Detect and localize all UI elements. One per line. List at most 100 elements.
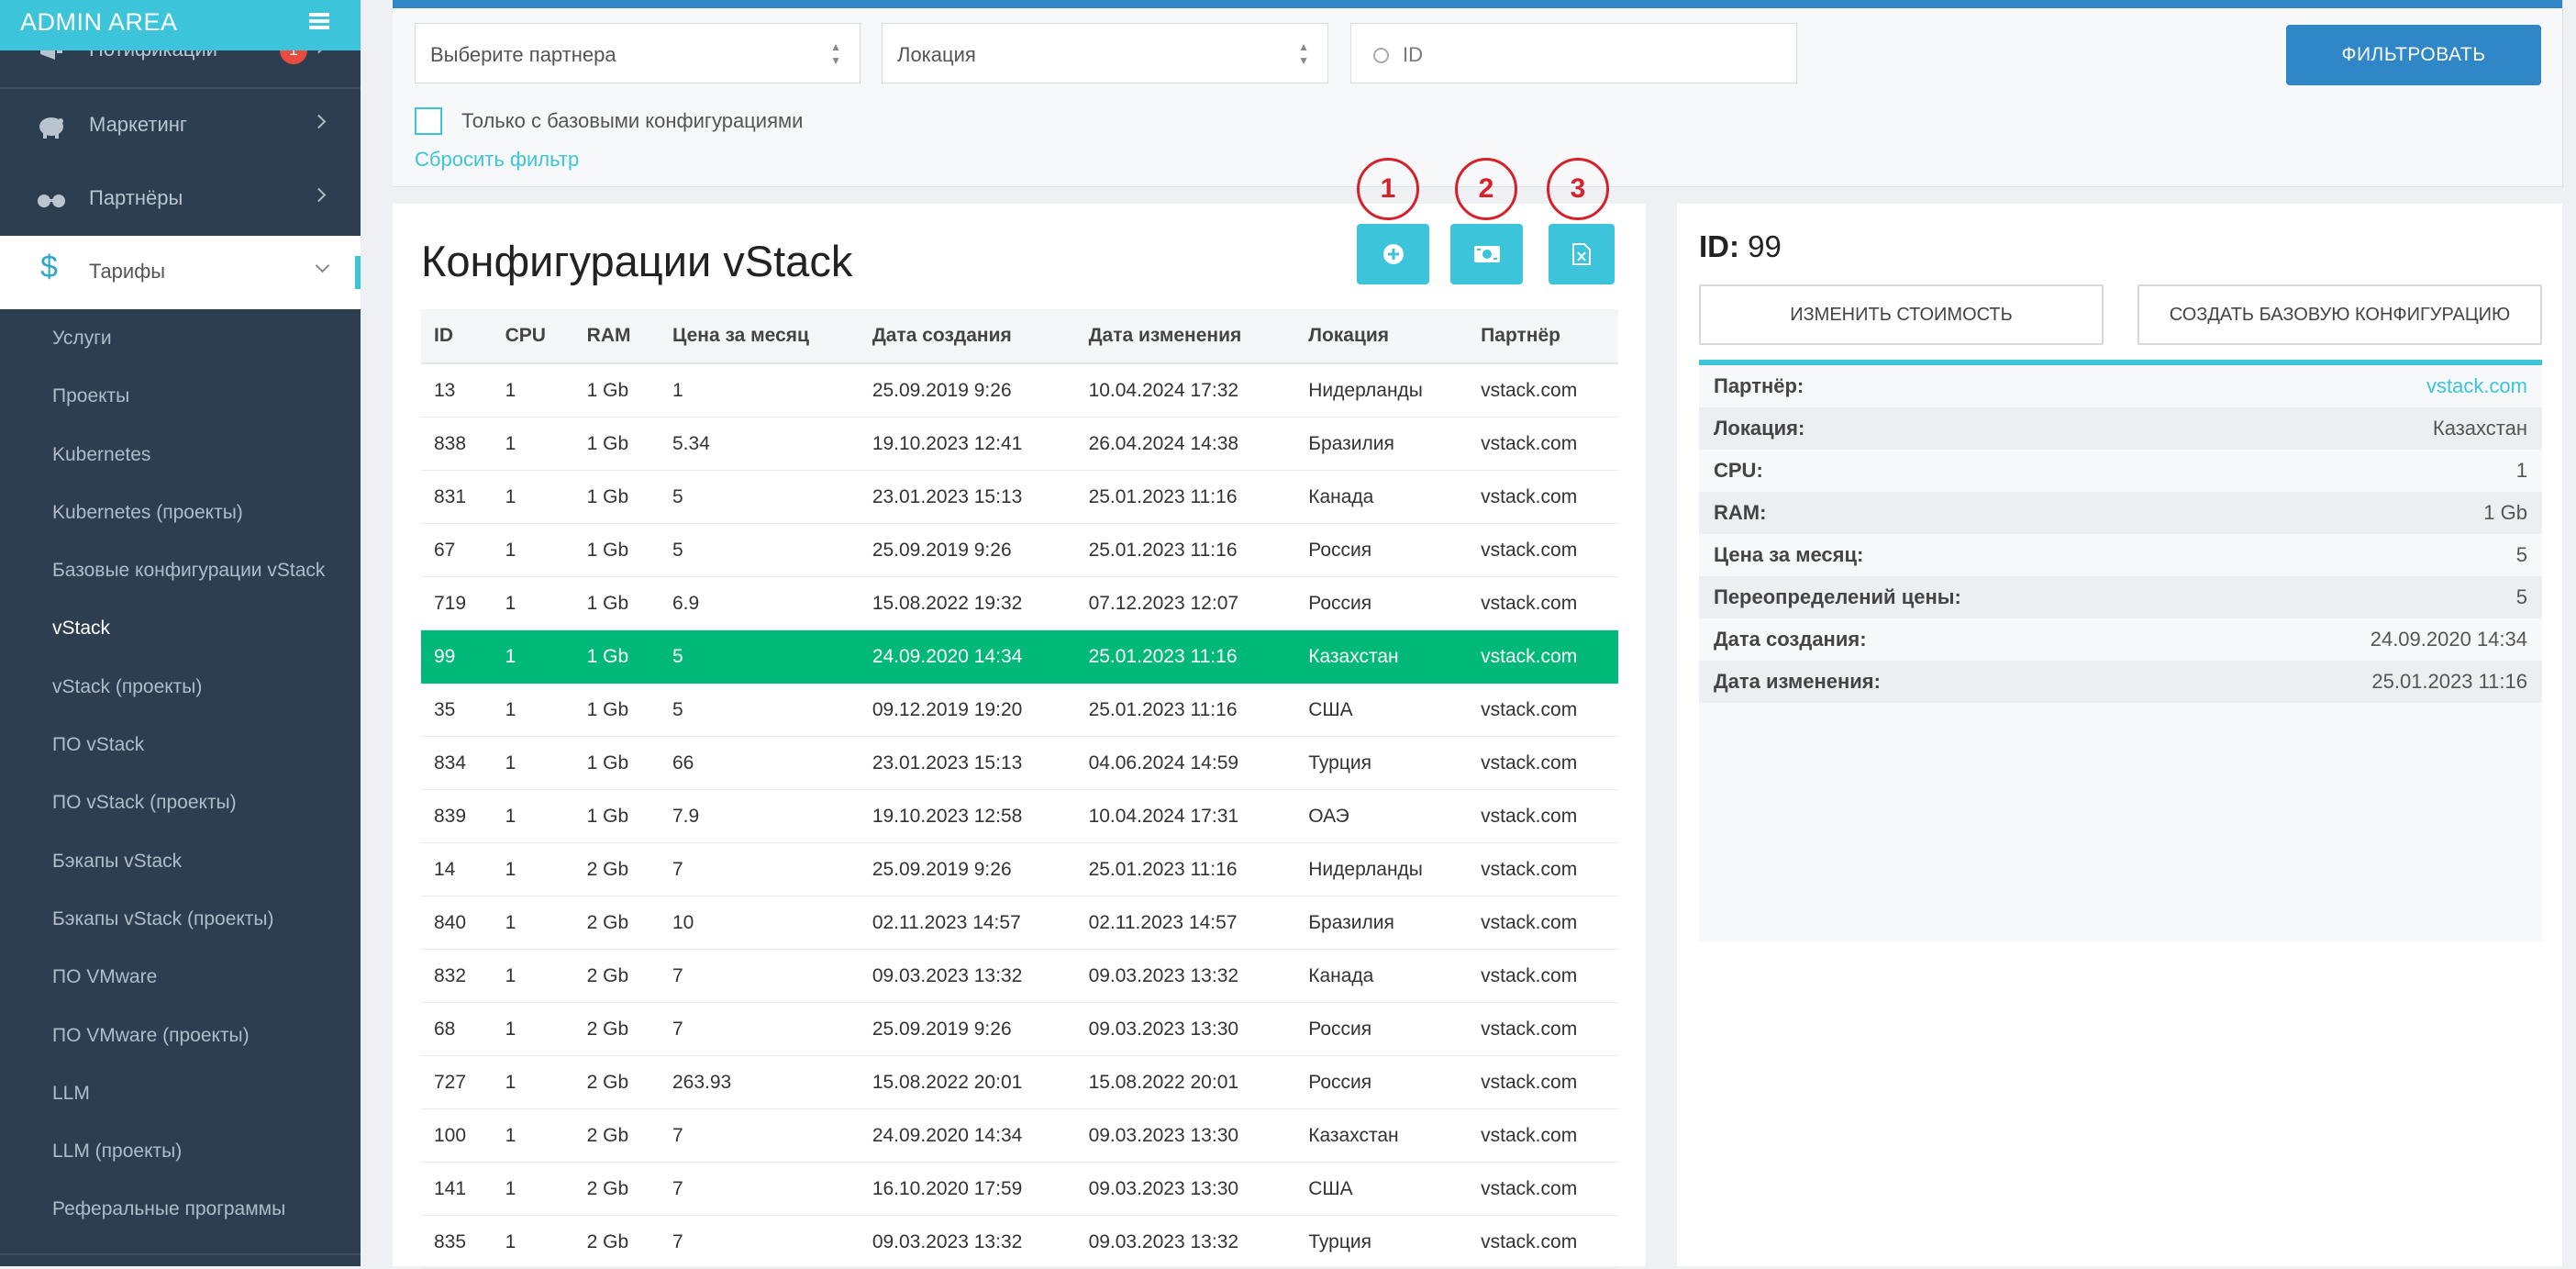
table-cell: 1 Gb (573, 576, 660, 630)
reset-filter-link[interactable]: Сбросить фильтр (415, 148, 579, 172)
table-cell: vstack.com (1468, 789, 1618, 843)
table-row[interactable]: 835 1 2 Gb 7 09.03.2023 13:32 09.03.2023 13:3… (421, 1215, 1618, 1269)
table-row[interactable]: 13 1 1 Gb 1 25.09.2019 9:26 10.04.2024 17:32 Н… (421, 363, 1618, 417)
table-row[interactable]: 14 1 2 Gb 7 25.09.2019 9:26 25.01.2023 11:16 Н… (421, 842, 1618, 896)
filter-button[interactable]: ФИЛЬТРОВАТЬ (2286, 25, 2541, 85)
table-cell: 831 (421, 470, 493, 524)
table-cell: 835 (421, 1215, 493, 1269)
callout-marker: 2 (1455, 158, 1517, 220)
sidebar-section-label: Партнёры (89, 186, 183, 209)
submenu-item-vstack[interactable]: vStack (0, 599, 361, 657)
base-only-label: Только с базовыми конфигурациями (461, 109, 804, 132)
partner-link[interactable]: vstack.com (2203, 365, 2542, 407)
table-row[interactable]: 834 1 1 Gb 66 23.01.2023 15:13 04.06.2024 14:… (421, 736, 1618, 790)
table-row[interactable]: 719 1 1 Gb 6.9 15.08.2022 19:32 07.12.2023 12… (421, 576, 1618, 630)
tariffs-submenu: Услуги Проекты Kubernetes Kubernetes (пр… (0, 309, 361, 1239)
table-cell: vstack.com (1468, 363, 1618, 417)
submenu-item-vstack-software-projects[interactable]: ПО vStack (проекты) (0, 774, 361, 831)
sidebar-section-label: Маркетинг (89, 113, 187, 136)
detail-field-value: 5 (2203, 576, 2542, 618)
export-excel-button[interactable] (1549, 224, 1615, 284)
plus-circle-icon (1382, 244, 1404, 264)
column-header[interactable]: Дата изменения (1075, 309, 1296, 364)
column-header[interactable]: CPU (492, 309, 574, 364)
sidebar-section-marketing[interactable]: Маркетинг (0, 89, 361, 164)
submenu-item-referral-programs[interactable]: Реферальные программы (0, 1180, 361, 1238)
sidebar-divider (0, 1253, 361, 1255)
detail-field-key: Партнёр: (1714, 374, 1804, 397)
table-row[interactable]: 840 1 2 Gb 10 02.11.2023 14:57 02.11.2023 14:… (421, 896, 1618, 950)
table-cell: 1 (492, 896, 574, 950)
bulk-price-button[interactable] (1450, 224, 1523, 284)
detail-field-key: Дата изменения: (1699, 661, 2204, 703)
table-cell: 7 (660, 949, 860, 1003)
glasses-icon (38, 195, 65, 207)
table-cell: 832 (421, 949, 493, 1003)
submenu-item-vmware-software[interactable]: ПО VMware (0, 948, 361, 1006)
table-cell: 1 (492, 470, 574, 524)
table-cell: Россия (1295, 523, 1469, 577)
table-row[interactable]: 68 1 2 Gb 7 25.09.2019 9:26 09.03.2023 13:30 Р… (421, 1002, 1618, 1056)
menu-toggle-icon[interactable] (309, 13, 329, 29)
table-cell: 68 (421, 1002, 493, 1056)
submenu-item-vstack-backups[interactable]: Бэкапы vStack (0, 832, 361, 890)
table-row[interactable]: 67 1 1 Gb 5 25.09.2019 9:26 25.01.2023 11:16 Р… (421, 523, 1618, 577)
id-field[interactable]: ID (1350, 23, 1797, 83)
submenu-item-vstack-projects[interactable]: vStack (проекты) (0, 658, 361, 716)
add-configuration-button[interactable] (1357, 224, 1429, 284)
submenu-item-llm-projects[interactable]: LLM (проекты) (0, 1122, 361, 1180)
submenu-item-projects[interactable]: Проекты (0, 367, 361, 425)
table-cell: 09.03.2023 13:30 (1075, 1108, 1296, 1163)
detail-field-key: Цена за месяц: (1714, 543, 1864, 566)
sidebar-section-tariffs[interactable]: $ Тарифы (0, 236, 361, 309)
table-row[interactable]: 727 1 2 Gb 263.93 15.08.2022 20:01 15.08.2022… (421, 1055, 1618, 1109)
submenu-item-vmware-software-projects[interactable]: ПО VMware (проекты) (0, 1007, 361, 1064)
table-cell: vstack.com (1468, 949, 1618, 1003)
table-cell: 25.01.2023 11:16 (1075, 842, 1296, 896)
table-row[interactable]: 832 1 2 Gb 7 09.03.2023 13:32 09.03.2023 13:3… (421, 949, 1618, 1003)
table-cell: Нидерланды (1295, 363, 1469, 417)
submenu-item-vstack-base-configs[interactable]: Базовые конфигурации vStack (0, 541, 361, 599)
detail-field-row: Локация: Казахстан (1699, 407, 2542, 450)
table-cell: 5 (660, 470, 860, 524)
table-cell: 1 Gb (573, 683, 660, 737)
create-base-config-button[interactable]: СОЗДАТЬ БАЗОВУЮ КОНФИГУРАЦИЮ (2137, 284, 2542, 345)
table-row[interactable]: 35 1 1 Gb 5 09.12.2019 19:20 25.01.2023 11:16… (421, 683, 1618, 737)
column-header[interactable]: Цена за месяц (660, 309, 860, 364)
base-only-checkbox[interactable] (415, 107, 442, 135)
submenu-item-llm[interactable]: LLM (0, 1064, 361, 1122)
submenu-item-vstack-backups-projects[interactable]: Бэкапы vStack (проекты) (0, 890, 361, 948)
submenu-item-services[interactable]: Услуги (0, 309, 361, 367)
table-cell: vstack.com (1468, 417, 1618, 471)
table-row[interactable]: 100 1 2 Gb 7 24.09.2020 14:34 09.03.2023 13:3… (421, 1108, 1618, 1163)
change-price-button[interactable]: ИЗМЕНИТЬ СТОИМОСТЬ (1699, 284, 2104, 345)
table-header-row: ID CPU RAM Цена за месяц Дата создания Дата и… (421, 309, 1618, 364)
sidebar-section-partners[interactable]: Партнёры (0, 162, 361, 238)
table-row[interactable]: 141 1 2 Gb 7 16.10.2020 17:59 09.03.2023 13:3… (421, 1162, 1618, 1216)
column-header[interactable]: Локация (1295, 309, 1469, 364)
submenu-item-kubernetes[interactable]: Kubernetes (0, 426, 361, 484)
table-cell: vstack.com (1468, 896, 1618, 950)
sidebar: Нотификации 1 ADMIN AREA Маркетинг Партн… (0, 0, 361, 1266)
submenu-item-kubernetes-projects[interactable]: Kubernetes (проекты) (0, 484, 361, 541)
table-row[interactable]: 839 1 1 Gb 7.9 19.10.2023 12:58 10.04.2024 17… (421, 789, 1618, 843)
callout-marker: 1 (1357, 158, 1419, 220)
table-cell: 838 (421, 417, 493, 471)
table-row[interactable]: 99 1 1 Gb 5 24.09.2020 14:34 25.01.2023 11:16… (421, 629, 1618, 684)
submenu-item-vstack-software[interactable]: ПО vStack (0, 716, 361, 774)
callout-marker: 3 (1547, 158, 1609, 220)
column-header[interactable]: ID (421, 309, 493, 364)
detail-id: ID: 99 (1699, 229, 1782, 264)
table-cell: Казахстан (1295, 1108, 1469, 1163)
location-select[interactable]: Локация ▲ ▼ (882, 23, 1328, 83)
table-body: 13 1 1 Gb 1 25.09.2019 9:26 10.04.2024 17:32 Н… (421, 363, 1618, 1269)
table-cell: 24.09.2020 14:34 (859, 629, 1076, 684)
column-header[interactable]: RAM (573, 309, 660, 364)
table-cell: Россия (1295, 576, 1469, 630)
table-row[interactable]: 831 1 1 Gb 5 23.01.2023 15:13 25.01.2023 11:1… (421, 470, 1618, 524)
column-header[interactable]: Партнёр (1468, 309, 1618, 364)
column-header[interactable]: Дата создания (859, 309, 1076, 364)
table-row[interactable]: 838 1 1 Gb 5.34 19.10.2023 12:41 26.04.2024 1… (421, 417, 1618, 471)
detail-field-row: RAM: 1 Gb (1699, 492, 2542, 534)
partner-select[interactable]: Выберите партнера ▲ ▼ (415, 23, 861, 83)
